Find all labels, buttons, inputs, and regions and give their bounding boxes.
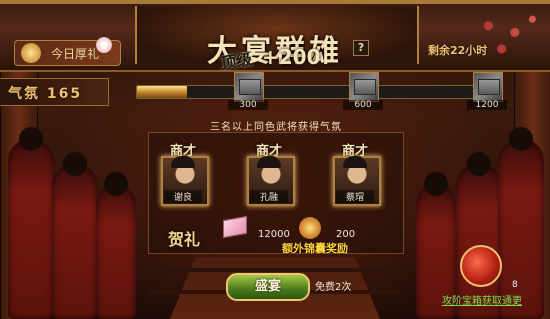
treasure-box-count: 8	[512, 280, 518, 290]
gift-reward-value: 200	[336, 229, 356, 240]
plum-blossom-decoration	[462, 6, 550, 72]
atmosphere-progress-bar	[136, 85, 500, 99]
treasure-bag-icon	[299, 217, 321, 239]
general-helmet	[343, 156, 367, 168]
background-official-head	[509, 127, 533, 151]
daily-gift-label: 今日厚礼	[51, 47, 100, 61]
milestone-value: 1200	[467, 100, 507, 110]
flower-icon	[96, 37, 112, 53]
treasure-box-link[interactable]: 攻阶宝箱获取通更	[442, 292, 522, 307]
bonus-score: +200	[262, 45, 321, 69]
milestone-chest-1200[interactable]	[473, 72, 503, 102]
top-level-stamp: 顶级	[219, 49, 254, 74]
general-name: 蔡瑁	[336, 190, 374, 203]
milestone-value: 600	[343, 100, 383, 110]
milestone-chest-600[interactable]	[349, 72, 379, 102]
remaining-time: 剩余22小时	[428, 44, 488, 57]
milestone-value: 300	[228, 100, 268, 110]
free-attempts-text: 免费2次	[315, 282, 352, 293]
general-helmet	[171, 156, 195, 168]
gold-coin-icon	[21, 43, 41, 63]
background-official-figure	[52, 164, 98, 319]
banner-trim	[0, 0, 550, 4]
general-name: 谢良	[164, 190, 202, 203]
background-official-head	[19, 127, 43, 151]
atmosphere-hint: 三名以上同色武将获得气氛	[210, 122, 342, 133]
milestone-chest-300[interactable]	[234, 72, 264, 102]
atmosphere-progress-fill	[137, 86, 187, 98]
treasure-chest-icon	[354, 79, 376, 95]
atmosphere-label: 气氛 165	[8, 86, 83, 102]
treasure-box-button[interactable]	[460, 245, 502, 287]
atmosphere-box: 气氛 165	[0, 78, 109, 106]
feast-button[interactable]: 盛宴	[226, 273, 310, 301]
treasure-chest-icon	[478, 79, 500, 95]
background-official-figure	[96, 184, 136, 319]
general-helmet	[257, 156, 281, 168]
general-name: 孔融	[250, 190, 288, 203]
background-official-head	[104, 172, 128, 196]
treasure-chest-icon	[239, 79, 261, 95]
background-step	[150, 268, 400, 272]
gift-reward-value: 12000	[258, 229, 290, 240]
background-official-head	[467, 152, 491, 176]
background-official-head	[424, 172, 448, 196]
gift-reward-title: 贺礼	[168, 230, 201, 249]
help-button[interactable]: ?	[353, 40, 369, 56]
background-official-figure	[8, 139, 54, 319]
background-official-head	[63, 152, 87, 176]
game-stage: 大宴群雄 顶级 +200 ? 今日厚礼 剩余22小时 气氛 165 300 60…	[0, 0, 550, 319]
extra-reward-label: 额外锦囊奖励	[282, 242, 348, 255]
